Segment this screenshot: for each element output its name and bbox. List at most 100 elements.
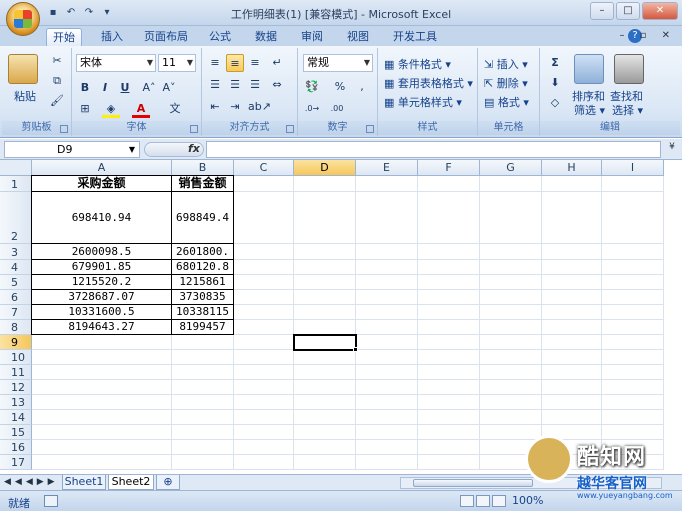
cell-G7[interactable]: [480, 305, 542, 320]
cell-F3[interactable]: [418, 244, 480, 260]
row-header-7[interactable]: 7: [0, 305, 32, 320]
normal-view-icon[interactable]: [460, 495, 474, 507]
cell-D1[interactable]: [294, 176, 356, 192]
cell-E15[interactable]: [356, 425, 418, 440]
cell-B3[interactable]: 2601800.: [171, 243, 234, 260]
align-middle-icon[interactable]: ≡: [226, 54, 244, 72]
cell-H12[interactable]: [542, 380, 602, 395]
close-button[interactable]: ✕: [642, 2, 678, 20]
cell-D11[interactable]: [294, 365, 356, 380]
cell-C4[interactable]: [234, 260, 294, 275]
row-header-14[interactable]: 14: [0, 410, 32, 425]
cell-D3[interactable]: [294, 244, 356, 260]
cell-E17[interactable]: [356, 455, 418, 470]
cell-I12[interactable]: [602, 380, 664, 395]
cell-C10[interactable]: [234, 350, 294, 365]
cell-F7[interactable]: [418, 305, 480, 320]
cell-G11[interactable]: [480, 365, 542, 380]
row-header-11[interactable]: 11: [0, 365, 32, 380]
clear-icon[interactable]: ◇: [546, 94, 564, 112]
format-painter-icon[interactable]: 🖌: [48, 92, 66, 110]
cell-E2[interactable]: [356, 192, 418, 244]
cell-B6[interactable]: 3730835: [171, 289, 234, 305]
cell-I13[interactable]: [602, 395, 664, 410]
column-header-H[interactable]: H: [542, 160, 602, 176]
active-cell-indicator[interactable]: [293, 334, 357, 351]
row-header-10[interactable]: 10: [0, 350, 32, 365]
cell-D7[interactable]: [294, 305, 356, 320]
cell-A10[interactable]: [32, 350, 172, 365]
copy-icon[interactable]: ⧉: [48, 72, 66, 90]
cell-G5[interactable]: [480, 275, 542, 290]
row-header-8[interactable]: 8: [0, 320, 32, 335]
cell-G15[interactable]: [480, 425, 542, 440]
orientation-icon[interactable]: ab↗: [248, 98, 271, 116]
minimize-button[interactable]: –: [590, 2, 614, 20]
cell-H1[interactable]: [542, 176, 602, 192]
cell-C6[interactable]: [234, 290, 294, 305]
cell-F9[interactable]: [418, 335, 480, 350]
cell-E13[interactable]: [356, 395, 418, 410]
decrease-font-icon[interactable]: A˅: [160, 79, 178, 97]
zoom-level[interactable]: 100%: [512, 494, 543, 507]
cell-E11[interactable]: [356, 365, 418, 380]
cell-B14[interactable]: [172, 410, 234, 425]
cell-G1[interactable]: [480, 176, 542, 192]
cut-icon[interactable]: ✂: [48, 52, 66, 70]
row-header-13[interactable]: 13: [0, 395, 32, 410]
merge-center-icon[interactable]: ⇔: [268, 76, 286, 94]
insert-sheet-icon[interactable]: ⊕: [156, 475, 180, 490]
row-header-12[interactable]: 12: [0, 380, 32, 395]
cell-H13[interactable]: [542, 395, 602, 410]
cell-H5[interactable]: [542, 275, 602, 290]
accounting-format-icon[interactable]: 💱: [303, 78, 321, 96]
cell-C1[interactable]: [234, 176, 294, 192]
sort-filter-button-line2[interactable]: 筛选 ▾: [574, 102, 605, 118]
cell-I8[interactable]: [602, 320, 664, 335]
cell-B16[interactable]: [172, 440, 234, 455]
tab-developer[interactable]: 开发工具: [388, 28, 442, 46]
cell-E12[interactable]: [356, 380, 418, 395]
row-header-1[interactable]: 1: [0, 176, 32, 192]
row-header-4[interactable]: 4: [0, 260, 32, 275]
cell-C5[interactable]: [234, 275, 294, 290]
cell-H4[interactable]: [542, 260, 602, 275]
cell-C9[interactable]: [234, 335, 294, 350]
cell-E5[interactable]: [356, 275, 418, 290]
horizontal-scroll-thumb[interactable]: [413, 479, 533, 487]
cell-D5[interactable]: [294, 275, 356, 290]
cell-E10[interactable]: [356, 350, 418, 365]
cell-H16[interactable]: [542, 440, 602, 455]
format-as-table-button[interactable]: ▦ 套用表格格式 ▾: [384, 75, 473, 91]
fill-handle[interactable]: [353, 347, 358, 352]
row-header-3[interactable]: 3: [0, 244, 32, 260]
cell-A1[interactable]: 采购金额: [31, 175, 172, 192]
row-header-15[interactable]: 15: [0, 425, 32, 440]
cell-I17[interactable]: [602, 455, 664, 470]
cell-B11[interactable]: [172, 365, 234, 380]
cell-H7[interactable]: [542, 305, 602, 320]
cell-I4[interactable]: [602, 260, 664, 275]
cell-A13[interactable]: [32, 395, 172, 410]
cell-F4[interactable]: [418, 260, 480, 275]
cell-G16[interactable]: [480, 440, 542, 455]
fill-color-icon[interactable]: ◈: [102, 100, 120, 118]
cell-G12[interactable]: [480, 380, 542, 395]
font-name-select[interactable]: 宋体 ▼: [76, 54, 156, 72]
cell-B9[interactable]: [172, 335, 234, 350]
tab-formulas[interactable]: 公式: [205, 28, 235, 46]
horizontal-scrollbar[interactable]: [400, 477, 662, 489]
sort-filter-icon[interactable]: [574, 54, 604, 84]
fill-icon[interactable]: ⬇: [546, 74, 564, 92]
cell-A3[interactable]: 2600098.5: [31, 243, 172, 260]
column-header-A[interactable]: A: [32, 160, 172, 176]
cell-H9[interactable]: [542, 335, 602, 350]
cell-I15[interactable]: [602, 425, 664, 440]
percent-icon[interactable]: %: [331, 78, 349, 96]
cell-G14[interactable]: [480, 410, 542, 425]
expand-formula-bar-icon[interactable]: ¥: [666, 142, 678, 157]
row-header-5[interactable]: 5: [0, 275, 32, 290]
cell-F13[interactable]: [418, 395, 480, 410]
worksheet-grid[interactable]: A B C D E F G H I 1 采购金额 销售金额 2 698410.94 698849.4 3 260…: [0, 160, 682, 474]
workbook-window-controls[interactable]: – ▫ ✕: [619, 30, 676, 41]
